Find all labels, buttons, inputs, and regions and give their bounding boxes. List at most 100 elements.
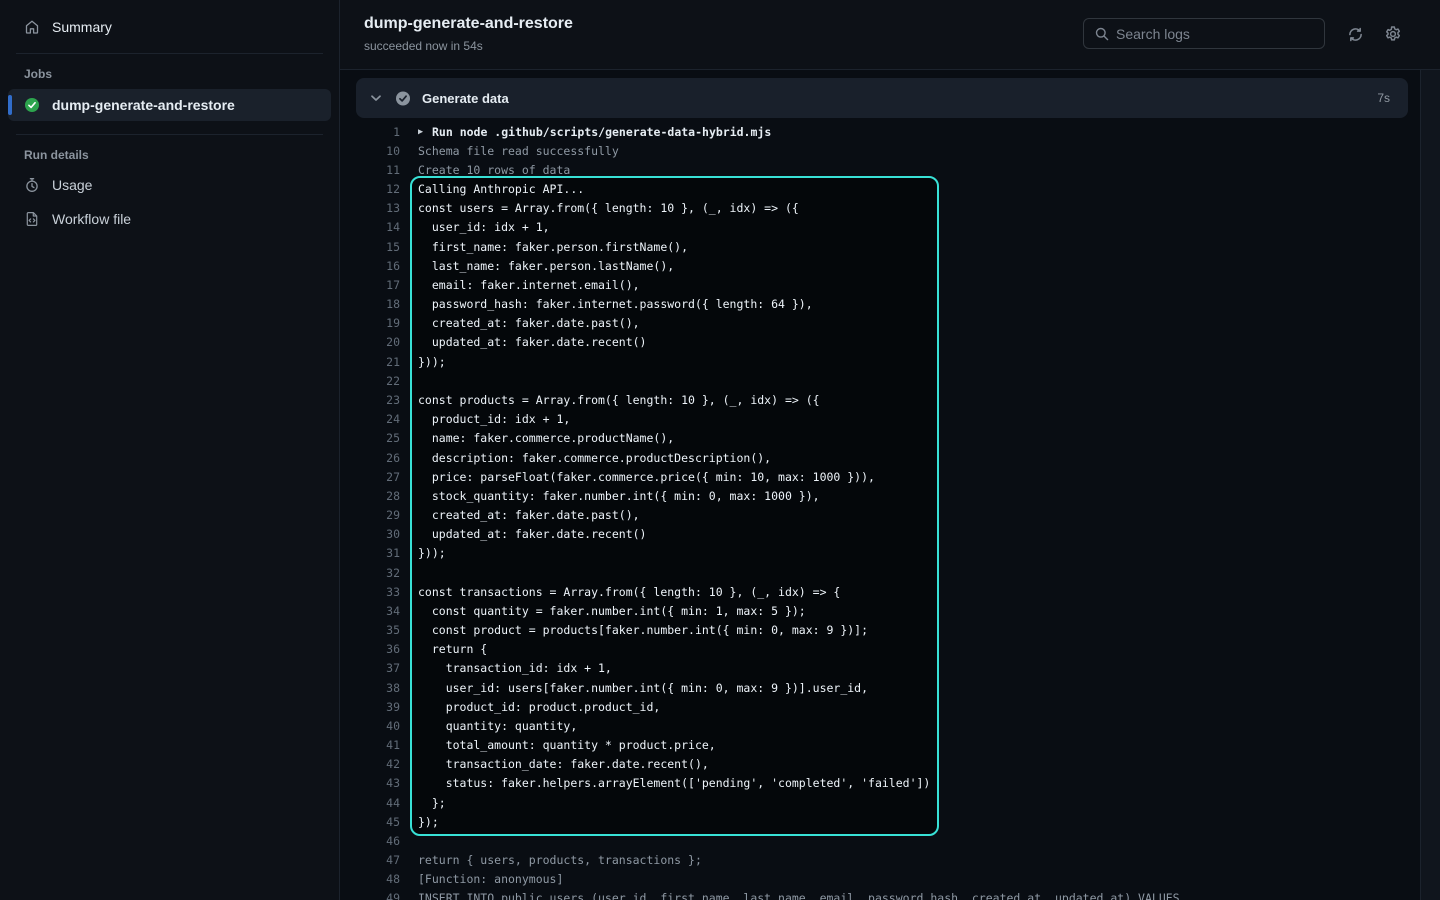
log-line: 22	[340, 371, 1420, 390]
sidebar-item-label: Summary	[52, 19, 112, 35]
log-line: 48[Function: anonymous]	[340, 870, 1420, 889]
log-line-number[interactable]: 47	[340, 853, 400, 867]
log-line-number[interactable]: 10	[340, 144, 400, 158]
gear-icon	[1384, 25, 1402, 43]
log-line: 29 created_at: faker.date.past(),	[340, 505, 1420, 524]
log-line-number[interactable]: 40	[340, 719, 400, 733]
log-line-number[interactable]: 25	[340, 431, 400, 445]
log-line-text: email: faker.internet.email(),	[418, 278, 640, 292]
selected-accent-bar	[8, 95, 12, 115]
log-line-number[interactable]: 35	[340, 623, 400, 637]
log-line-number[interactable]: 27	[340, 470, 400, 484]
log-line-number[interactable]: 21	[340, 355, 400, 369]
scrollbar-track[interactable]	[1420, 70, 1440, 900]
log-line-number[interactable]: 46	[340, 834, 400, 848]
log-line-number[interactable]: 39	[340, 700, 400, 714]
log-line-number[interactable]: 24	[340, 412, 400, 426]
log-line-number[interactable]: 19	[340, 316, 400, 330]
log-line: 37 transaction_id: idx + 1,	[340, 659, 1420, 678]
log-line-number[interactable]: 18	[340, 297, 400, 311]
log-line-text: stock_quantity: faker.number.int({ min: …	[418, 489, 820, 503]
log-line-number[interactable]: 22	[340, 374, 400, 388]
log-line-text: total_amount: quantity * product.price,	[418, 738, 716, 752]
log-line-number[interactable]: 12	[340, 182, 400, 196]
log-line-text: product_id: idx + 1,	[418, 412, 570, 426]
log-line-number[interactable]: 29	[340, 508, 400, 522]
log-line-number[interactable]: 17	[340, 278, 400, 292]
sidebar: Summary Jobs dump-generate-and-restore R…	[0, 0, 340, 900]
jobs-section-label: Jobs	[0, 67, 339, 81]
chevron-down-icon[interactable]	[368, 90, 384, 106]
log-line-text: description: faker.commerce.productDescr…	[418, 451, 771, 465]
log-line-number[interactable]: 20	[340, 335, 400, 349]
log-line: 38 user_id: users[faker.number.int({ min…	[340, 678, 1420, 697]
log-line: 36 return {	[340, 640, 1420, 659]
log-line-number[interactable]: 15	[340, 240, 400, 254]
step-title: Generate data	[422, 91, 1366, 106]
log-line: 44 };	[340, 793, 1420, 812]
log-line-number[interactable]: 28	[340, 489, 400, 503]
log-line-text: transaction_id: idx + 1,	[418, 661, 612, 675]
sidebar-item-usage[interactable]: Usage	[8, 170, 331, 200]
log-line-number[interactable]: 37	[340, 661, 400, 675]
log-line-text: user_id: idx + 1,	[418, 220, 550, 234]
log-line-number[interactable]: 36	[340, 642, 400, 656]
log-line: 14 user_id: idx + 1,	[340, 218, 1420, 237]
log-line-number[interactable]: 41	[340, 738, 400, 752]
log-line: 32	[340, 563, 1420, 582]
search-icon	[1094, 26, 1110, 42]
log-line-text: return {	[418, 642, 487, 656]
log-line-number[interactable]: 43	[340, 776, 400, 790]
log-lines-container: 1▶Run node .github/scripts/generate-data…	[340, 122, 1420, 900]
log-line: 42 transaction_date: faker.date.recent()…	[340, 755, 1420, 774]
log-line-text: };	[418, 796, 446, 810]
stopwatch-icon	[24, 177, 40, 193]
sidebar-item-job-dump-generate-and-restore[interactable]: dump-generate-and-restore	[8, 89, 331, 121]
log-line-number[interactable]: 23	[340, 393, 400, 407]
log-line: 12 Calling Anthropic API...	[340, 180, 1420, 199]
log-line-text: Calling Anthropic API...	[418, 182, 584, 196]
sidebar-divider	[16, 53, 323, 54]
expand-group-triangle-icon[interactable]: ▶	[418, 127, 429, 137]
log-line-text: status: faker.helpers.arrayElement(['pen…	[418, 776, 930, 790]
step-header-generate-data[interactable]: Generate data 7s	[356, 78, 1408, 118]
log-line-number[interactable]: 32	[340, 566, 400, 580]
log-line-number[interactable]: 42	[340, 757, 400, 771]
step-success-check-icon	[395, 90, 411, 106]
log-line-number[interactable]: 34	[340, 604, 400, 618]
log-line-text: updated_at: faker.date.recent()	[418, 527, 646, 541]
log-line-number[interactable]: 26	[340, 451, 400, 465]
log-line-number[interactable]: 44	[340, 796, 400, 810]
log-line-number[interactable]: 1	[340, 125, 400, 139]
log-line-number[interactable]: 11	[340, 163, 400, 177]
log-line-number[interactable]: 14	[340, 220, 400, 234]
log-line: 28 stock_quantity: faker.number.int({ mi…	[340, 486, 1420, 505]
sidebar-item-label: dump-generate-and-restore	[52, 97, 235, 113]
sidebar-item-workflow-file[interactable]: Workflow file	[8, 204, 331, 234]
settings-button[interactable]	[1383, 24, 1403, 44]
log-line-number[interactable]: 31	[340, 546, 400, 560]
log-line-number[interactable]: 49	[340, 891, 400, 900]
log-line: 24 product_id: idx + 1,	[340, 410, 1420, 429]
log-line: 31}));	[340, 544, 1420, 563]
refresh-button[interactable]	[1345, 24, 1365, 44]
log-line: 1▶Run node .github/scripts/generate-data…	[340, 122, 1420, 141]
log-line-text: });	[418, 815, 439, 829]
log-line-number[interactable]: 38	[340, 681, 400, 695]
log-line-number[interactable]: 48	[340, 872, 400, 886]
job-header: dump-generate-and-restore succeeded now …	[340, 0, 1440, 70]
log-line: 30 updated_at: faker.date.recent()	[340, 525, 1420, 544]
log-line-number[interactable]: 45	[340, 815, 400, 829]
log-line-number[interactable]: 16	[340, 259, 400, 273]
workflow-run-page: Summary Jobs dump-generate-and-restore R…	[0, 0, 1440, 900]
log-line-number[interactable]: 33	[340, 585, 400, 599]
log-line-number[interactable]: 30	[340, 527, 400, 541]
success-check-icon	[24, 97, 40, 113]
log-line: 41 total_amount: quantity * product.pric…	[340, 736, 1420, 755]
log-line-text: const transactions = Array.from({ length…	[418, 585, 840, 599]
log-line-text: name: faker.commerce.productName(),	[418, 431, 674, 445]
log-line-number[interactable]: 13	[340, 201, 400, 215]
log-line: 35 const product = products[faker.number…	[340, 620, 1420, 639]
search-input[interactable]	[1084, 19, 1324, 48]
sidebar-item-summary[interactable]: Summary	[8, 11, 331, 43]
